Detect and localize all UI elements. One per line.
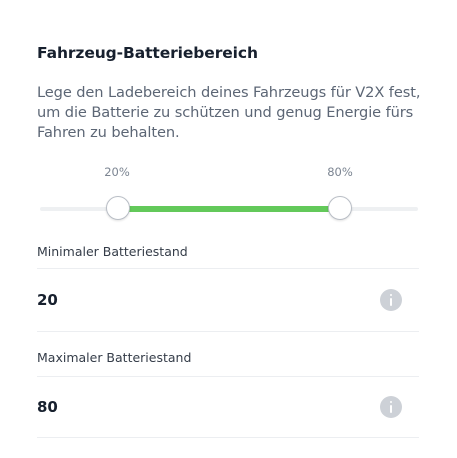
page-description: Lege den Ladebereich deines Fahrzeugs fü… [37,84,421,141]
min-battery-value[interactable]: 20 [37,291,58,309]
slider-max-thumb[interactable] [328,196,352,220]
range-max-label: 80% [327,165,353,179]
divider [37,437,419,438]
slider-min-thumb[interactable] [106,196,130,220]
info-icon[interactable] [380,289,402,311]
divider [37,268,419,269]
info-icon[interactable] [380,396,402,418]
max-battery-label: Maximaler Batteriestand [37,350,192,365]
max-battery-value[interactable]: 80 [37,398,58,416]
min-battery-label: Minimaler Batteriestand [37,244,188,259]
divider [37,331,419,332]
slider-selected-range [118,206,340,212]
battery-range-slider[interactable] [40,196,418,222]
range-min-label: 20% [104,165,130,179]
page-title: Fahrzeug-Batteriebereich [37,44,258,62]
divider [37,376,419,377]
